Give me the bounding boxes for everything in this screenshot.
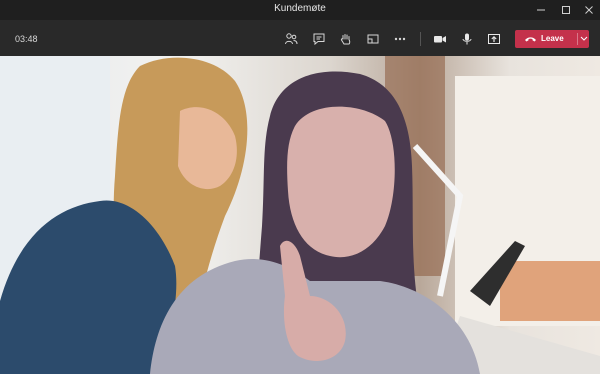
microphone-icon [462, 33, 472, 45]
leave-split-divider [577, 33, 578, 45]
close-icon [585, 6, 593, 14]
share-screen-button[interactable] [484, 29, 504, 49]
chevron-down-icon[interactable] [580, 36, 588, 42]
more-actions-icon [394, 37, 406, 41]
participants-button[interactable] [281, 29, 301, 49]
camera-icon [434, 36, 446, 43]
participant-video [0, 56, 600, 374]
leave-label: Leave [541, 34, 564, 43]
leave-button[interactable]: Leave [515, 30, 589, 48]
meeting-toolbar: 03:48 Leave [0, 20, 600, 56]
more-actions-button[interactable] [390, 29, 410, 49]
chat-icon [313, 33, 325, 46]
close-button[interactable] [578, 0, 600, 20]
chat-button[interactable] [309, 29, 329, 49]
hang-up-icon [525, 37, 536, 42]
camera-button[interactable] [430, 29, 450, 49]
raise-hand-button[interactable] [336, 29, 356, 49]
meeting-timer: 03:48 [15, 34, 38, 44]
foreground-person-face [287, 106, 395, 258]
teams-meeting-window: Kundemøte 03:48 Leave [0, 0, 600, 374]
video-stage [0, 56, 600, 374]
microphone-button[interactable] [457, 29, 477, 49]
maximize-button[interactable] [555, 0, 577, 20]
maximize-icon [562, 6, 570, 14]
title-bar: Kundemøte [0, 0, 600, 20]
minimize-icon [537, 9, 545, 11]
participants-icon [285, 33, 298, 45]
orange-chair [500, 261, 600, 321]
share-screen-icon [488, 34, 500, 44]
breakout-rooms-button[interactable] [363, 29, 383, 49]
raise-hand-icon [340, 34, 351, 45]
minimize-button[interactable] [530, 0, 552, 20]
breakout-rooms-icon [367, 34, 379, 44]
toolbar-divider [420, 32, 421, 46]
window-title: Kundemøte [274, 3, 326, 14]
